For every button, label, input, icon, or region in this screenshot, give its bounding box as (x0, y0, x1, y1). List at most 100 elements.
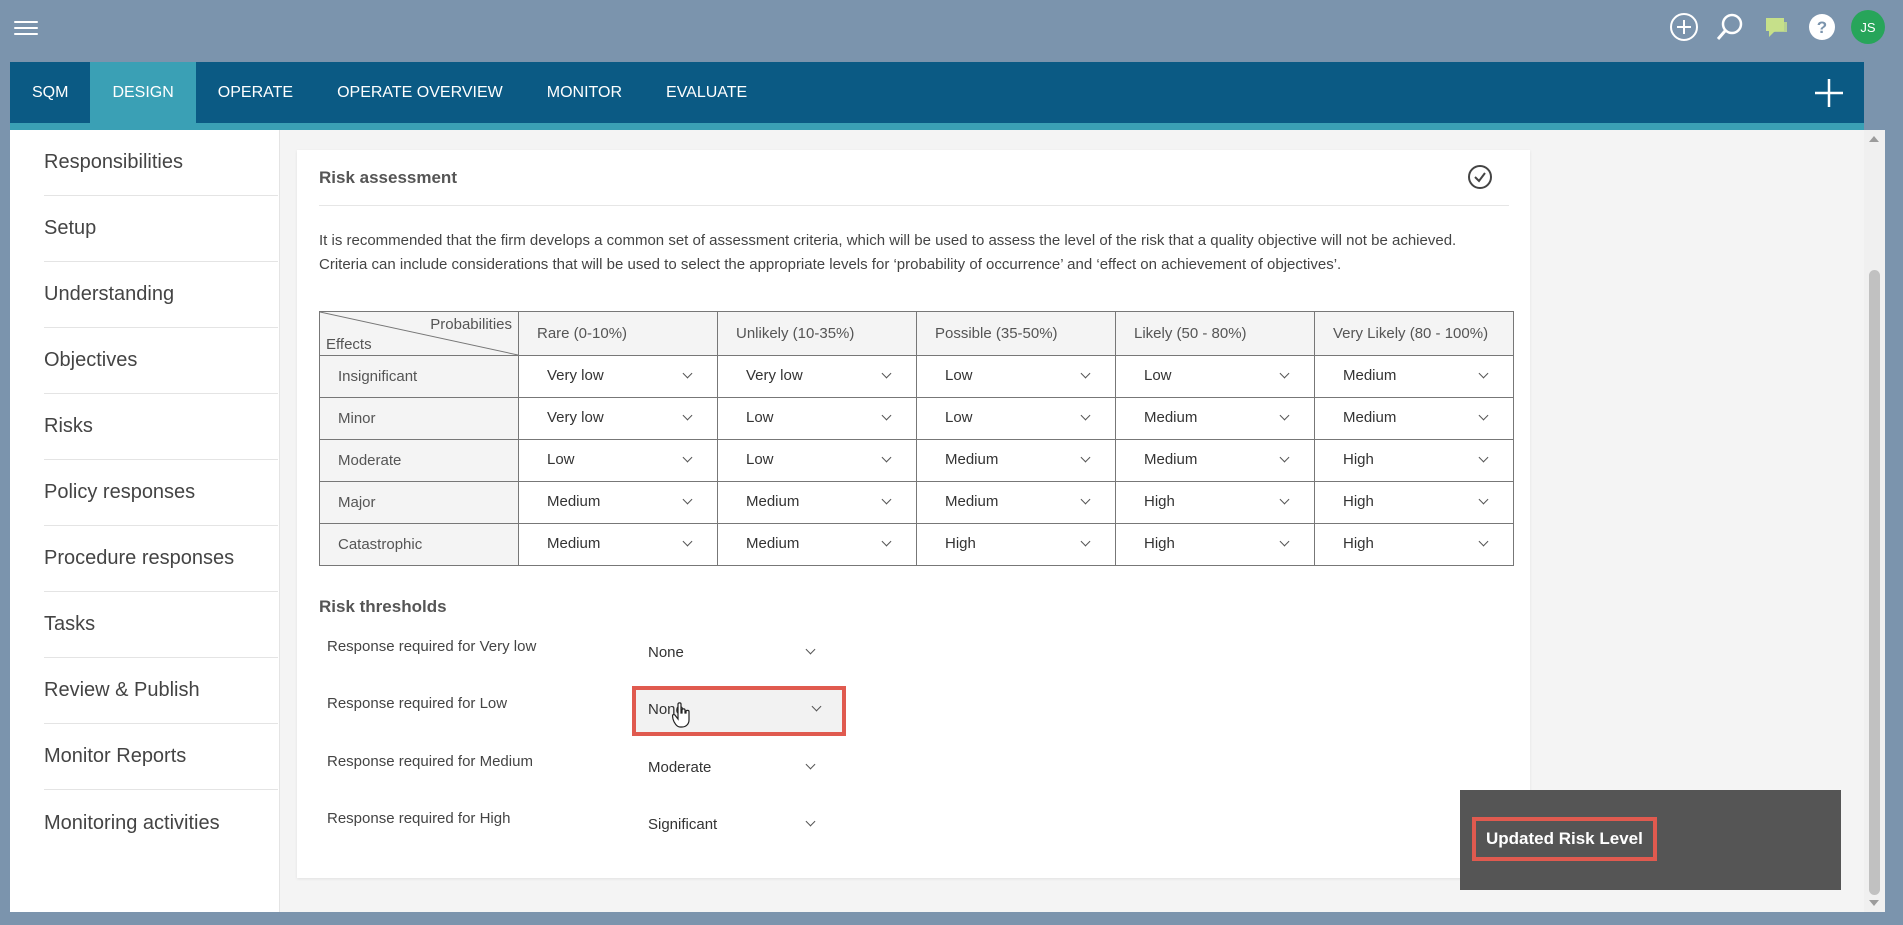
chevron-down-icon (1478, 536, 1489, 547)
chevron-down-icon (881, 452, 892, 463)
chat-icon[interactable] (1759, 10, 1793, 44)
sidebar-item-review-publish[interactable]: Review & Publish (44, 658, 278, 724)
column-header: Possible (35-50%) (916, 311, 1116, 356)
avatar[interactable]: JS (1851, 10, 1885, 44)
select-value: Very low (547, 367, 604, 384)
risk-level-select[interactable]: Medium (1314, 397, 1514, 440)
threshold-row-high: Response required for High Significant (327, 800, 927, 844)
hamburger-menu-icon[interactable] (14, 17, 38, 41)
scrollbar[interactable] (1864, 130, 1885, 912)
risk-level-select[interactable]: High (1115, 481, 1315, 524)
chevron-down-icon (1279, 494, 1290, 505)
threshold-label: Response required for Medium (327, 753, 533, 770)
threshold-row-low: Response required for Low None (327, 685, 927, 736)
threshold-select-medium[interactable]: Moderate (636, 748, 836, 786)
risk-level-select[interactable]: High (1314, 523, 1514, 566)
risk-level-select[interactable]: Medium (1115, 397, 1315, 440)
sidebar-item-tasks[interactable]: Tasks (44, 592, 278, 658)
row-label: Major (319, 481, 519, 524)
select-value: Low (746, 409, 774, 426)
risk-level-select[interactable]: Low (916, 355, 1116, 398)
chevron-down-icon (881, 410, 892, 421)
row-label: Catastrophic (319, 523, 519, 566)
select-value: Low (945, 409, 973, 426)
risk-level-select[interactable]: Medium (916, 439, 1116, 482)
risk-level-select[interactable]: Medium (518, 481, 718, 524)
risk-level-select[interactable]: Low (916, 397, 1116, 440)
threshold-select-low[interactable]: None (632, 686, 846, 736)
scroll-thumb[interactable] (1869, 270, 1880, 895)
tab-evaluate[interactable]: EVALUATE (644, 62, 769, 123)
select-value: High (1144, 535, 1175, 552)
risk-level-select[interactable]: Medium (916, 481, 1116, 524)
select-value: Significant (648, 816, 718, 833)
chevron-down-icon (881, 494, 892, 505)
chevron-down-icon (1080, 410, 1091, 421)
tab-monitor[interactable]: MONITOR (525, 62, 644, 123)
threshold-row-very-low: Response required for Very low None (327, 628, 927, 672)
risk-level-select[interactable]: Very low (717, 355, 917, 398)
plus-icon[interactable] (1812, 76, 1846, 110)
chevron-down-icon (682, 368, 693, 379)
help-icon[interactable]: ? (1805, 10, 1839, 44)
select-value: High (1144, 493, 1175, 510)
row-label: Moderate (319, 439, 519, 482)
risk-level-select[interactable]: High (1115, 523, 1315, 566)
tab-operate-overview[interactable]: OPERATE OVERVIEW (315, 62, 525, 123)
risk-level-select[interactable]: Very low (518, 397, 718, 440)
tab-operate[interactable]: OPERATE (196, 62, 315, 123)
risk-level-select[interactable]: Low (518, 439, 718, 482)
row-label: Insignificant (319, 355, 519, 398)
select-value: Medium (746, 535, 800, 552)
threshold-select-high[interactable]: Significant (636, 805, 836, 843)
sidebar-item-monitoring-activities[interactable]: Monitoring activities (44, 790, 278, 856)
sidebar-item-policy-responses[interactable]: Policy responses (44, 460, 278, 526)
chevron-down-icon (1478, 494, 1489, 505)
chevron-down-icon (805, 759, 816, 770)
scroll-up-icon[interactable] (1869, 136, 1879, 142)
sidebar: Responsibilities Setup Understanding Obj… (10, 130, 280, 912)
risk-level-select[interactable]: Medium (717, 523, 917, 566)
matrix-corner: Probabilities Effects (319, 311, 519, 356)
column-header: Rare (0-10%) (518, 311, 718, 356)
tab-design[interactable]: DESIGN (90, 62, 196, 123)
add-circle-icon[interactable] (1667, 10, 1701, 44)
sidebar-item-risks[interactable]: Risks (44, 394, 278, 460)
risk-thresholds-title: Risk thresholds (319, 597, 447, 616)
risk-level-select[interactable]: Medium (1115, 439, 1315, 482)
risk-level-select[interactable]: Medium (717, 481, 917, 524)
risk-level-select[interactable]: Low (1115, 355, 1315, 398)
risk-level-select[interactable]: High (1314, 439, 1514, 482)
check-circle-icon[interactable] (1467, 164, 1493, 190)
select-value: Medium (746, 493, 800, 510)
sidebar-item-objectives[interactable]: Objectives (44, 328, 278, 394)
tab-sqm[interactable]: SQM (10, 62, 90, 123)
sidebar-item-responsibilities[interactable]: Responsibilities (44, 130, 278, 196)
threshold-select-very-low[interactable]: None (636, 633, 836, 671)
risk-level-select[interactable]: High (1314, 481, 1514, 524)
chevron-down-icon (682, 494, 693, 505)
description: It is recommended that the firm develops… (319, 229, 1519, 277)
search-icon[interactable] (1713, 10, 1747, 44)
description-line-1: It is recommended that the firm develops… (319, 232, 1457, 249)
threshold-row-medium: Response required for Medium Moderate (327, 743, 927, 787)
risk-level-select[interactable]: Medium (1314, 355, 1514, 398)
chevron-down-icon (881, 536, 892, 547)
select-value: Medium (945, 451, 999, 468)
risk-level-select[interactable]: Low (717, 397, 917, 440)
threshold-label: Response required for Low (327, 695, 508, 712)
risk-assessment-card: Risk assessment It is recommended that t… (297, 150, 1530, 878)
svg-text:?: ? (1817, 18, 1827, 37)
sidebar-item-setup[interactable]: Setup (44, 196, 278, 262)
card-header: Risk assessment (319, 150, 1509, 206)
risk-level-select[interactable]: Medium (518, 523, 718, 566)
risk-level-select[interactable]: High (916, 523, 1116, 566)
scroll-down-icon[interactable] (1869, 900, 1879, 906)
sidebar-item-understanding[interactable]: Understanding (44, 262, 278, 328)
chevron-down-icon (1279, 536, 1290, 547)
sidebar-item-monitor-reports[interactable]: Monitor Reports (44, 724, 278, 790)
risk-level-select[interactable]: Low (717, 439, 917, 482)
table-row: Major Medium Medium Medium High High (319, 481, 1514, 524)
risk-level-select[interactable]: Very low (518, 355, 718, 398)
sidebar-item-procedure-responses[interactable]: Procedure responses (44, 526, 278, 592)
